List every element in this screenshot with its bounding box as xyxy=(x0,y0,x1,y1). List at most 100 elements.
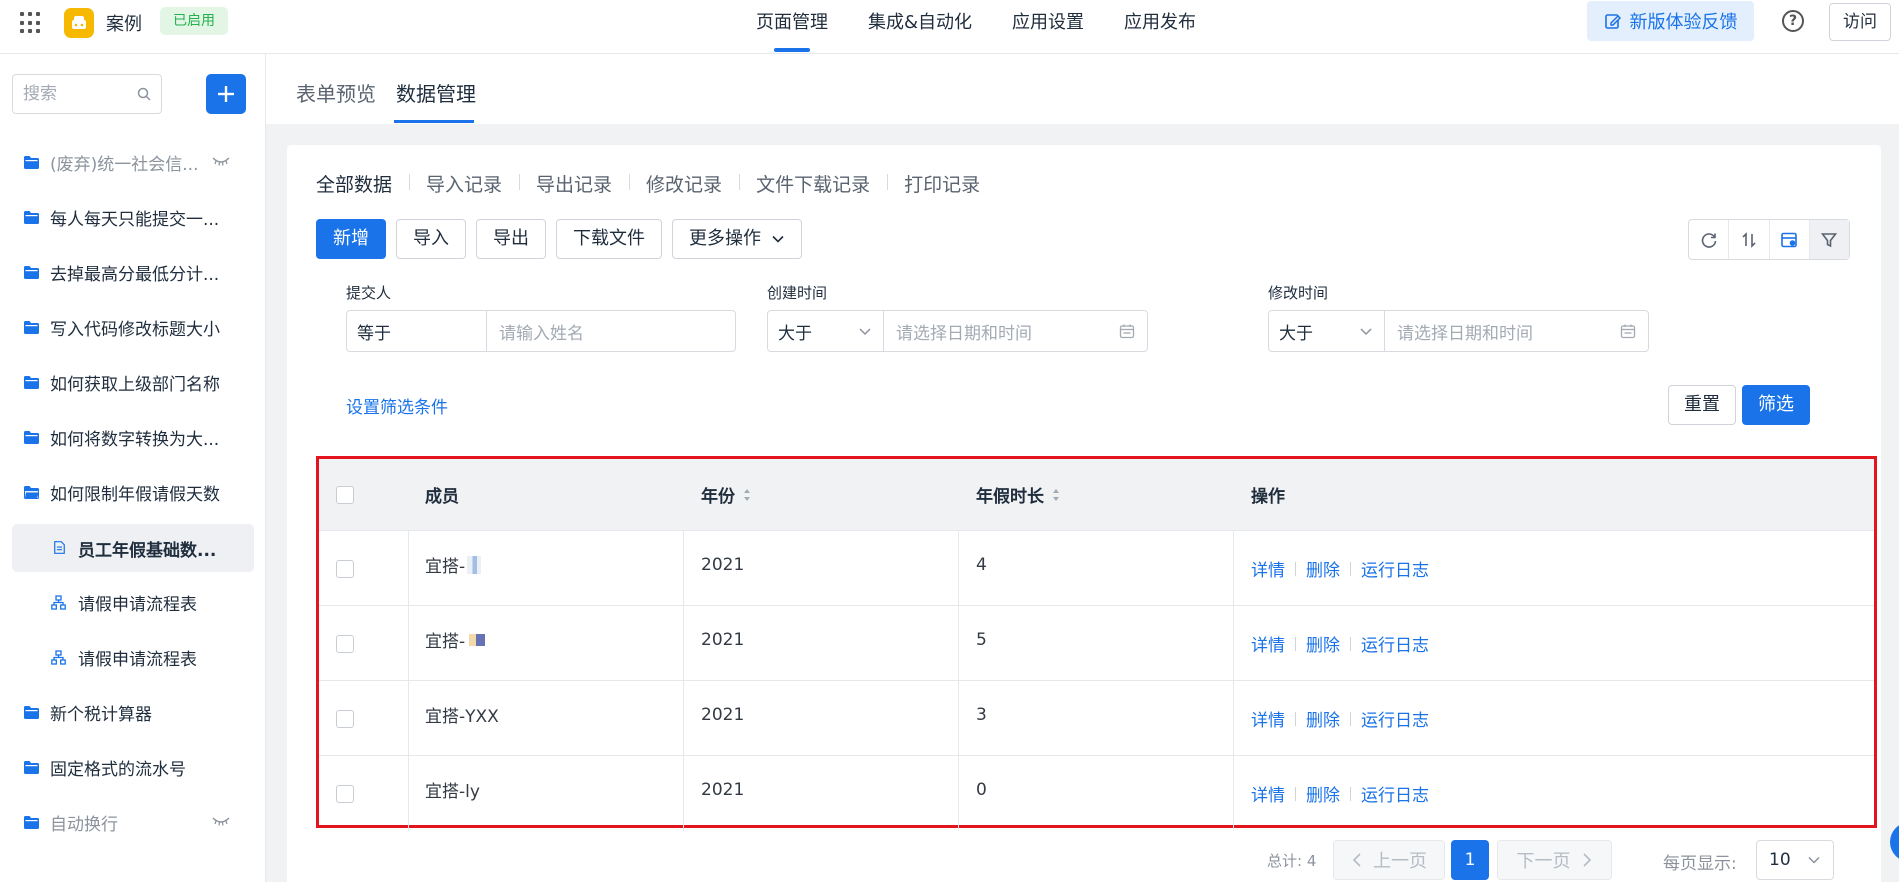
cell-actions: 详情 删除 运行日志 xyxy=(1251,681,1429,756)
column-header-leave-days[interactable]: 年假时长 xyxy=(976,459,1060,530)
reset-button[interactable]: 重置 xyxy=(1668,385,1736,425)
prev-page-button[interactable]: 上一页 xyxy=(1333,840,1445,880)
folder-icon xyxy=(24,266,39,279)
delete-link[interactable]: 删除 xyxy=(1306,781,1340,806)
page-size-select[interactable]: 10 xyxy=(1756,840,1834,880)
select-all-checkbox[interactable] xyxy=(336,485,354,504)
subtab-download-records[interactable]: 文件下载记录 xyxy=(739,170,887,197)
row-checkbox[interactable] xyxy=(336,784,354,803)
chevron-right-icon xyxy=(1582,853,1591,867)
filter-operator[interactable]: 等于 xyxy=(347,311,487,351)
filter-name-input[interactable]: 请输入姓名 xyxy=(487,311,735,351)
sidebar-item[interactable]: 自动换行 xyxy=(0,795,265,850)
filter-icon xyxy=(1821,232,1838,247)
cell-actions: 详情 删除 运行日志 xyxy=(1251,756,1429,831)
delete-link[interactable]: 删除 xyxy=(1306,556,1340,581)
sort-caret-icon[interactable] xyxy=(743,488,751,502)
sidebar-item[interactable]: 去掉最高分最低分计... xyxy=(0,245,265,300)
subtab-export-records[interactable]: 导出记录 xyxy=(519,170,629,197)
cell-leave-days: 4 xyxy=(976,554,987,575)
sidebar-item[interactable]: 请假申请流程表 xyxy=(0,575,265,630)
add-page-button[interactable] xyxy=(206,74,246,114)
filter-toggle-button[interactable] xyxy=(1809,220,1849,259)
run-log-link[interactable]: 运行日志 xyxy=(1361,556,1429,581)
next-page-button[interactable]: 下一页 xyxy=(1497,840,1612,880)
sidebar-item-selected[interactable]: 员工年假基础数... xyxy=(12,524,254,572)
filter-date-input[interactable]: 请选择日期和时间 xyxy=(884,311,1147,351)
filter-operator[interactable]: 大于 xyxy=(1269,311,1385,351)
run-log-link[interactable]: 运行日志 xyxy=(1361,631,1429,656)
folder-icon xyxy=(24,156,39,169)
eye-hidden-icon[interactable] xyxy=(212,815,230,827)
page-number-current[interactable]: 1 xyxy=(1451,840,1489,880)
refresh-icon xyxy=(1701,232,1716,248)
detail-link[interactable]: 详情 xyxy=(1251,556,1285,581)
sidebar-item[interactable]: 新个税计算器 xyxy=(0,685,265,740)
filter-button[interactable]: 筛选 xyxy=(1742,385,1810,425)
blurred-text xyxy=(469,633,486,646)
column-header-year[interactable]: 年份 xyxy=(701,459,751,530)
data-table: 成员 年份 年假时长 操作 宜搭- 2021 4 详情 删除 运行日志 宜搭- … xyxy=(316,456,1877,831)
sidebar-item[interactable]: 如何获取上级部门名称 xyxy=(0,355,265,410)
export-button[interactable]: 导出 xyxy=(476,219,546,259)
run-log-link[interactable]: 运行日志 xyxy=(1361,706,1429,731)
sidebar-item[interactable]: (废弃)统一社会信... xyxy=(0,135,265,190)
search-icon[interactable] xyxy=(137,87,151,101)
filter-operator[interactable]: 大于 xyxy=(768,311,884,351)
filter-date-input[interactable]: 请选择日期和时间 xyxy=(1385,311,1648,351)
nav-integration[interactable]: 集成&自动化 xyxy=(848,0,992,54)
next-page-label: 下一页 xyxy=(1516,851,1571,872)
nav-page-management[interactable]: 页面管理 xyxy=(736,0,848,54)
subtab-all-data[interactable]: 全部数据 xyxy=(316,170,409,197)
nav-app-publish[interactable]: 应用发布 xyxy=(1104,0,1216,54)
app-grid-icon[interactable] xyxy=(20,12,42,34)
sidebar-item[interactable]: 固定格式的流水号 xyxy=(0,740,265,795)
sort-caret-icon[interactable] xyxy=(1052,488,1060,502)
delete-link[interactable]: 删除 xyxy=(1306,631,1340,656)
filter-placeholder: 请输入姓名 xyxy=(499,323,584,344)
feedback-button[interactable]: 新版体验反馈 xyxy=(1587,1,1754,41)
refresh-button[interactable] xyxy=(1689,220,1730,259)
nav-app-settings[interactable]: 应用设置 xyxy=(992,0,1104,54)
detail-link[interactable]: 详情 xyxy=(1251,631,1285,656)
delete-link[interactable]: 删除 xyxy=(1306,706,1340,731)
app-status-badge: 已启用 xyxy=(160,7,228,35)
download-file-button[interactable]: 下载文件 xyxy=(556,219,662,259)
row-checkbox[interactable] xyxy=(336,709,354,728)
sidebar-item-label: 自动换行 xyxy=(50,815,118,835)
page-size-label: 每页显示: xyxy=(1663,854,1737,874)
sidebar-item[interactable]: 每人每天只能提交一... xyxy=(0,190,265,245)
subtab-import-records[interactable]: 导入记录 xyxy=(409,170,519,197)
run-log-link[interactable]: 运行日志 xyxy=(1361,781,1429,806)
sidebar-item-label: 新个税计算器 xyxy=(50,705,152,725)
floating-assistant-button[interactable] xyxy=(1890,822,1899,862)
sidebar-item[interactable]: 写入代码修改标题大小 xyxy=(0,300,265,355)
import-button[interactable]: 导入 xyxy=(396,219,466,259)
set-filter-conditions-link[interactable]: 设置筛选条件 xyxy=(346,393,448,418)
folder-icon xyxy=(24,211,39,224)
more-actions-button[interactable]: 更多操作 xyxy=(672,219,802,259)
subtab-modify-records[interactable]: 修改记录 xyxy=(629,170,739,197)
detail-link[interactable]: 详情 xyxy=(1251,706,1285,731)
sidebar-item[interactable]: 如何将数字转换为大... xyxy=(0,410,265,465)
cell-actions: 详情 删除 运行日志 xyxy=(1251,606,1429,681)
subtab-print-records[interactable]: 打印记录 xyxy=(887,170,997,197)
tab-form-preview[interactable]: 表单预览 xyxy=(296,78,376,107)
search-input[interactable] xyxy=(23,75,133,113)
visit-button[interactable]: 访问 xyxy=(1829,3,1891,41)
row-checkbox[interactable] xyxy=(336,559,354,578)
sort-button[interactable] xyxy=(1729,220,1770,259)
filter-placeholder: 请选择日期和时间 xyxy=(1397,323,1533,344)
detail-link[interactable]: 详情 xyxy=(1251,781,1285,806)
column-settings-button[interactable] xyxy=(1770,220,1810,259)
table-header: 成员 年份 年假时长 操作 xyxy=(319,459,1874,530)
help-icon[interactable]: ? xyxy=(1782,10,1804,32)
row-checkbox[interactable] xyxy=(336,634,354,653)
calendar-icon xyxy=(1119,324,1135,339)
sidebar-item[interactable]: 如何限制年假请假天数 xyxy=(0,465,265,520)
add-button[interactable]: 新增 xyxy=(316,219,386,259)
eye-hidden-icon[interactable] xyxy=(212,155,230,167)
tab-data-management[interactable]: 数据管理 xyxy=(396,78,476,107)
sidebar-item[interactable]: 请假申请流程表 xyxy=(0,630,265,685)
sidebar-item-label: 去掉最高分最低分计... xyxy=(50,265,220,285)
